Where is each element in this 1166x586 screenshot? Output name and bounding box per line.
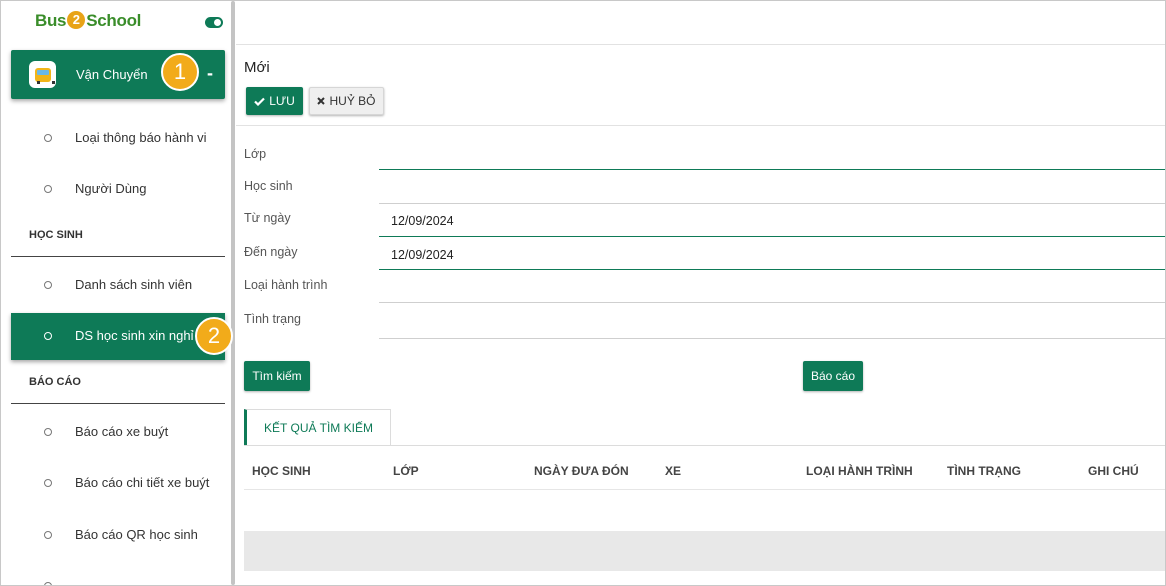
sidebar-item-label: Báo cáo QR học sinh: [75, 527, 198, 542]
collapse-icon[interactable]: -: [207, 63, 213, 84]
check-icon: [254, 97, 265, 106]
cancel-button-label: HUỶ BỎ: [329, 94, 376, 108]
sidebar-item-label: Báo cáo chi tiết xe buýt: [75, 475, 210, 490]
class-label: Lớp: [244, 147, 267, 161]
circle-icon: [44, 134, 52, 142]
status-label: Tình trạng: [244, 312, 301, 326]
tab-search-results-label: KẾT QUẢ TÌM KIẾM: [264, 421, 373, 435]
page-title: Mới: [244, 59, 270, 76]
report-button[interactable]: Báo cáo: [803, 361, 863, 391]
sidebar-item-qr-student-report[interactable]: Báo cáo QR học sinh: [11, 512, 225, 558]
toolbar-divider: [236, 125, 1165, 126]
table-empty-row: [244, 531, 1165, 571]
table-header-divider: [244, 489, 1165, 490]
topbar-divider: [236, 44, 1165, 45]
save-button[interactable]: LƯU: [246, 87, 303, 115]
callout-badge-1: 1: [161, 53, 199, 91]
class-field[interactable]: [379, 169, 1165, 170]
circle-icon: [44, 582, 52, 585]
column-header-trip-type[interactable]: LOẠI HÀNH TRÌNH: [806, 464, 913, 478]
column-header-note[interactable]: GHI CHÚ: [1088, 464, 1139, 478]
circle-icon: [44, 185, 52, 193]
sidebar-item-users[interactable]: Người Dùng: [11, 166, 225, 212]
to-date-label: Đến ngày: [244, 245, 298, 259]
brand-logo[interactable]: Bus 2 School: [35, 11, 141, 31]
to-date-underline: [379, 269, 1165, 270]
sidebar-item-bus-report[interactable]: Báo cáo xe buýt: [11, 409, 225, 455]
sidebar-item-student-leave-list[interactable]: DS học sinh xin nghỉ: [11, 313, 225, 360]
from-date-underline: [379, 236, 1165, 237]
section-students-heading: HỌC SINH: [29, 229, 83, 241]
sidebar: Bus 2 School Vận Chuyển - Loại thông báo h…: [1, 1, 230, 585]
logo-text-bus: Bus: [35, 11, 67, 30]
circle-icon: [44, 428, 52, 436]
sidebar-scrollbar[interactable]: [231, 1, 235, 585]
divider: [11, 256, 225, 257]
student-label: Học sinh: [244, 179, 293, 193]
cancel-button[interactable]: HUỶ BỎ: [309, 87, 384, 115]
column-header-status[interactable]: TÌNH TRẠNG: [947, 464, 1021, 478]
tab-divider: [244, 445, 1165, 446]
main-content: Mới LƯU HUỶ BỎ Lớp Học sinh Từ ngày 12/0…: [236, 1, 1165, 585]
column-header-class[interactable]: LỚP: [393, 464, 419, 478]
search-button[interactable]: Tìm kiếm: [244, 361, 310, 391]
sidebar-item-label: DS học sinh xin nghỉ: [75, 328, 194, 343]
divider: [11, 403, 225, 404]
trip-type-select[interactable]: [379, 302, 1165, 303]
from-date-label: Từ ngày: [244, 211, 291, 225]
sidebar-item-label: Danh sách sinh viên: [75, 277, 193, 292]
report-button-label: Báo cáo: [810, 369, 856, 383]
sidebar-group-label: Vận Chuyển: [76, 67, 148, 82]
sidebar-item-label: Người Dùng: [75, 181, 147, 196]
logo-text-school: School: [86, 11, 142, 30]
column-header-pickup-date[interactable]: NGÀY ĐƯA ĐÓN: [534, 464, 629, 478]
tab-search-results[interactable]: KẾT QUẢ TÌM KIẾM: [244, 409, 391, 446]
circle-icon: [44, 479, 52, 487]
sidebar-item-bus-detail-report[interactable]: Báo cáo chi tiết xe buýt: [11, 460, 225, 506]
student-field[interactable]: [379, 203, 1165, 204]
logo-text-2: 2: [67, 11, 86, 29]
status-select[interactable]: [379, 338, 1165, 339]
section-reports-heading: BÁO CÁO: [29, 376, 81, 388]
search-button-label: Tìm kiếm: [252, 369, 302, 383]
sidebar-toggle[interactable]: [205, 17, 223, 28]
sidebar-item-student-list[interactable]: Danh sách sinh viên: [11, 262, 225, 308]
column-header-bus[interactable]: XE: [665, 464, 681, 478]
callout-badge-2: 2: [195, 317, 233, 355]
bus-icon: [29, 61, 56, 88]
sidebar-item-label: Loại thông báo hành vi: [75, 130, 207, 145]
from-date-input[interactable]: 12/09/2024: [391, 214, 454, 228]
circle-icon: [44, 281, 52, 289]
sidebar-item-partial[interactable]: [11, 563, 225, 585]
sidebar-item-label: Báo cáo xe buýt: [75, 424, 169, 439]
sidebar-item-behavior-notice-type[interactable]: Loại thông báo hành vi: [11, 115, 225, 161]
trip-type-label: Loại hành trình: [244, 278, 328, 292]
to-date-input[interactable]: 12/09/2024: [391, 248, 454, 262]
circle-icon: [44, 332, 52, 340]
column-header-student[interactable]: HỌC SINH: [252, 464, 311, 478]
circle-icon: [44, 531, 52, 539]
close-icon: [317, 97, 326, 105]
save-button-label: LƯU: [269, 94, 295, 108]
